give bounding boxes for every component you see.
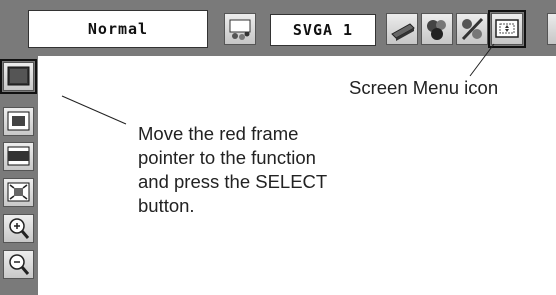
callout-line: Move the red frame: [138, 123, 299, 144]
screen-menu-icon-callout: Screen Menu icon: [349, 77, 499, 98]
callout-line: button.: [138, 195, 195, 216]
red-frame-leader-line: [61, 95, 127, 125]
callout-line: pointer to the function: [138, 147, 316, 168]
move-pointer-callout: Move the red frame pointer to the functi…: [138, 122, 398, 218]
callout-line: and press the SELECT: [138, 171, 328, 192]
screen-menu-leader-line: [469, 43, 495, 77]
